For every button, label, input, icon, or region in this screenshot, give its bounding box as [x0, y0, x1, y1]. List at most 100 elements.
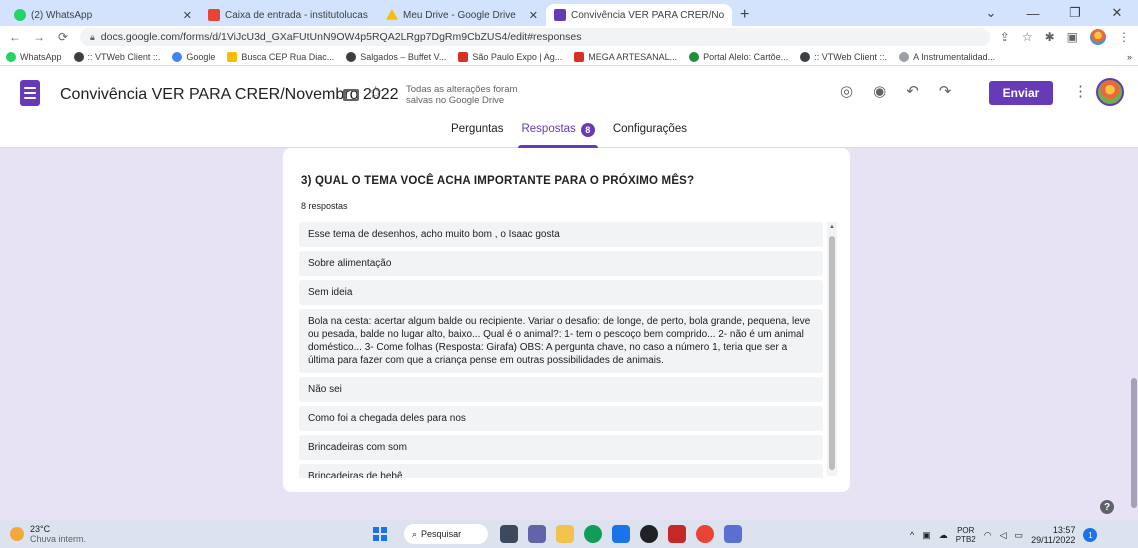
minimize-button[interactable]: — [1012, 6, 1054, 21]
list-item: Como foi a chegada deles para nos [299, 406, 823, 431]
store-icon[interactable] [612, 525, 630, 543]
close-icon[interactable]: ✕ [729, 9, 732, 22]
bookmark-item[interactable]: :: VTWeb Client ::. [73, 51, 160, 62]
teams-icon[interactable] [528, 525, 546, 543]
reload-button[interactable]: ⟳ [56, 30, 70, 44]
tab-title: (2) WhatsApp [31, 9, 93, 21]
browser-tab-forms[interactable]: Convivência VER PARA CRER/No ✕ [546, 4, 732, 26]
profile-avatar[interactable] [1090, 29, 1106, 45]
restore-button[interactable]: ❐ [1054, 5, 1096, 21]
answers-scrollbar[interactable]: ▲ [827, 222, 837, 476]
bookmark-star-icon[interactable]: ☆ [1022, 30, 1033, 44]
clock[interactable]: 13:57 29/11/2022 [1031, 525, 1075, 545]
bookmark-item[interactable]: Salgados – Buffet V... [346, 51, 446, 62]
chevron-up-icon[interactable]: ^ [910, 530, 914, 540]
windows-start-icon[interactable] [373, 527, 387, 541]
list-item: Sobre alimentação [299, 251, 823, 276]
forms-logo-icon[interactable] [20, 80, 40, 106]
new-tab-button[interactable]: + [732, 4, 757, 26]
page-scrollbar[interactable] [1130, 148, 1138, 520]
task-view-icon[interactable] [500, 525, 518, 543]
bookmark-item[interactable]: :: VTWeb Client ::. [800, 51, 888, 62]
whatsapp-icon [14, 9, 26, 21]
response-count: 8 respostas [301, 201, 348, 211]
redo-icon[interactable]: ↷ [939, 82, 952, 100]
list-item: Não sei [299, 377, 823, 402]
tab-settings[interactable]: Configurações [610, 123, 690, 143]
browser-tab-whatsapp[interactable]: (2) WhatsApp ✕ [6, 4, 200, 26]
close-icon[interactable]: ✕ [523, 9, 538, 22]
save-status: Todas as alterações foram salvas no Goog… [406, 84, 518, 106]
send-button[interactable]: Enviar [989, 81, 1053, 105]
undo-icon[interactable]: ↶ [906, 82, 919, 100]
bookmark-label: Portal Alelo: Cartõe... [703, 51, 789, 62]
close-icon[interactable]: ✕ [177, 9, 192, 22]
onedrive-icon[interactable]: ☁ [939, 530, 948, 541]
taskbar-search[interactable]: ⌕ Pesquisar [404, 524, 488, 544]
chevron-down-icon[interactable]: ⌄ [970, 5, 1012, 21]
bookmark-item[interactable]: Busca CEP Rua Diac... [227, 51, 334, 62]
sidebar-icon[interactable]: ▣ [1067, 30, 1078, 44]
bookmarks-bar: WhatsApp :: VTWeb Client ::. Google Busc… [0, 48, 1138, 66]
bookmark-item[interactable]: Portal Alelo: Cartõe... [689, 51, 789, 62]
tab-responses[interactable]: Respostas 8 [518, 123, 599, 148]
user-avatar[interactable] [1096, 78, 1124, 106]
bookmark-label: Google [186, 51, 216, 62]
edge-icon[interactable] [584, 525, 602, 543]
calculator-icon[interactable] [724, 525, 742, 543]
globe-icon [73, 51, 84, 62]
bookmark-item[interactable]: MEGA ARTESANAL... [574, 51, 677, 62]
wifi-icon[interactable]: ◠ [984, 530, 992, 541]
chrome-icon[interactable] [696, 525, 714, 543]
address-bar[interactable]: 🔒︎ docs.google.com/forms/d/1ViJcU3d_GXaF… [80, 28, 990, 46]
tab-title: Caixa de entrada - institutolucas [225, 9, 368, 21]
bookmark-item[interactable]: A Instrumentalidad... [899, 51, 995, 62]
tab-label: Perguntas [451, 123, 504, 135]
dell-icon[interactable] [640, 525, 658, 543]
list-item: Brincadeiras com som [299, 435, 823, 460]
bookmark-item[interactable]: Google [172, 51, 216, 62]
language-indicator[interactable]: POR PTB2 [956, 526, 976, 544]
close-window-button[interactable]: ✕ [1096, 5, 1138, 21]
clock-date: 29/11/2022 [1031, 535, 1076, 545]
scrollbar-thumb[interactable] [829, 236, 835, 470]
extensions-icon[interactable]: ✱ [1045, 30, 1055, 44]
google-icon [172, 51, 183, 62]
battery-icon[interactable]: ▭ [1015, 530, 1024, 541]
more-options-icon[interactable]: ⋮ [1073, 82, 1088, 100]
page-scrollbar-thumb[interactable] [1131, 378, 1137, 508]
alelo-icon [689, 51, 700, 62]
mcafee-icon[interactable] [668, 525, 686, 543]
clock-time: 13:57 [1052, 525, 1076, 535]
bookmark-label: São Paulo Expo | Ag... [472, 51, 563, 62]
tab-questions[interactable]: Perguntas [448, 123, 506, 143]
list-item: Brincadeiras de bebê [299, 464, 823, 478]
weather-condition: Chuva interm. [30, 534, 87, 544]
star-icon[interactable]: ☆ [368, 83, 383, 103]
volume-icon[interactable]: ◁ [1000, 530, 1007, 541]
bookmark-item[interactable]: São Paulo Expo | Ag... [458, 51, 563, 62]
bookmark-item[interactable]: WhatsApp [6, 51, 62, 62]
back-button[interactable]: ← [8, 30, 22, 44]
list-item: Esse tema de desenhos, acho muito bom , … [299, 222, 823, 247]
forward-button[interactable]: → [32, 30, 46, 44]
tab-label: Respostas [521, 123, 576, 135]
bookmark-label: :: VTWeb Client ::. [814, 51, 888, 62]
share-icon[interactable]: ⇪ [1000, 30, 1010, 44]
weather-widget[interactable]: 23°C Chuva interm. [10, 524, 86, 544]
scroll-up-icon[interactable]: ▲ [829, 224, 835, 230]
window-controls: ⌄ — ❐ ✕ [970, 0, 1138, 26]
browser-tab-drive[interactable]: Meu Drive - Google Drive ✕ [378, 4, 546, 26]
palette-icon[interactable]: ◎ [840, 82, 853, 100]
file-explorer-icon[interactable] [556, 525, 574, 543]
more-bookmarks-icon[interactable]: » [1127, 52, 1132, 62]
help-icon[interactable]: ? [1100, 500, 1114, 514]
browser-menu-icon[interactable]: ⋮ [1118, 30, 1130, 44]
preview-eye-icon[interactable]: ◉ [873, 82, 886, 100]
meet-now-icon[interactable]: ▣ [922, 530, 931, 541]
browser-tab-gmail[interactable]: Caixa de entrada - institutolucas ✕ [200, 4, 378, 26]
folder-icon[interactable] [343, 89, 359, 101]
notification-badge[interactable]: 1 [1083, 528, 1098, 542]
forms-header: Convivência VER PARA CRER/Novembro 2022 … [0, 66, 1138, 148]
folder-icon [227, 51, 238, 62]
